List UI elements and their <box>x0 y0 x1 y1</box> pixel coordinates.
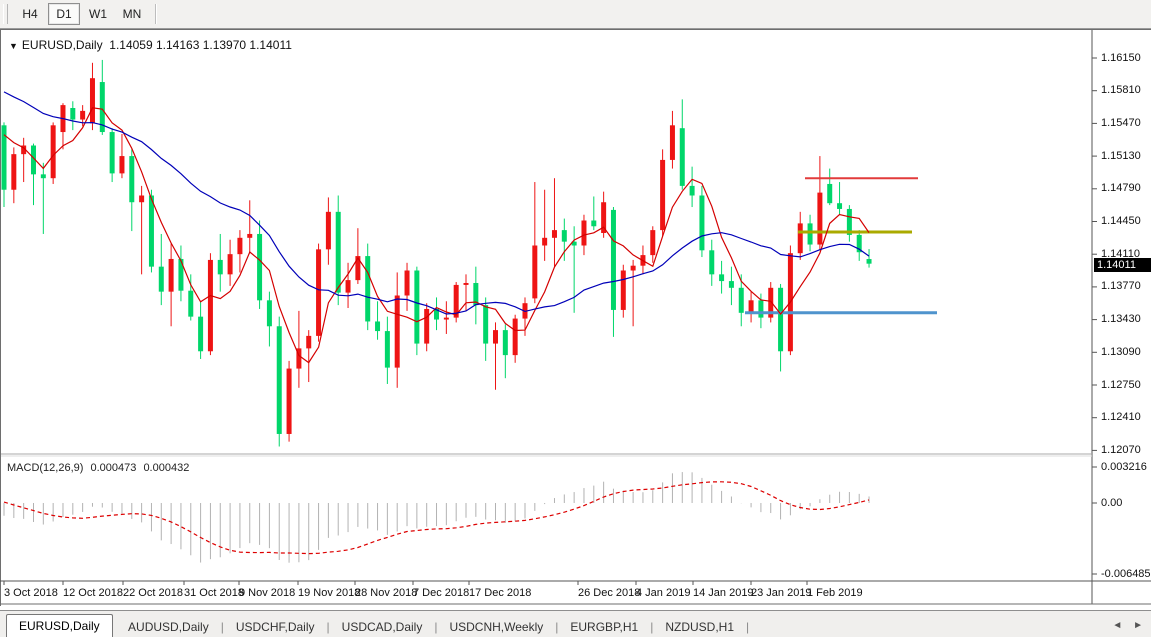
date-tick-label: 28 Nov 2018 <box>355 587 417 599</box>
toolbar-separator <box>155 4 157 24</box>
date-tick-label: 19 Nov 2018 <box>298 587 360 599</box>
price-tick-label: 1.13430 <box>1101 313 1141 325</box>
symbol-dropdown-icon[interactable]: ▼ <box>9 41 18 51</box>
chart-ohlc-values: 1.14059 1.14163 1.13970 1.14011 <box>109 38 292 52</box>
tab-scroll-right-icon[interactable]: ► <box>1133 620 1143 631</box>
date-tick-label: 22 Oct 2018 <box>123 587 183 599</box>
current-price-tag: 1.14011 <box>1094 258 1151 272</box>
date-tick-label: 1 Feb 2019 <box>807 587 863 599</box>
timeframe-button-w1[interactable]: W1 <box>82 3 114 25</box>
tab-nzdusd-h1[interactable]: NZDUSD,H1 <box>653 617 746 637</box>
macd-scale-label: -0.006485 <box>1101 568 1151 580</box>
date-tick-label: 26 Dec 2018 <box>578 587 640 599</box>
macd-indicator-label: MACD(12,26,9) 0.000473 0.000432 <box>7 462 193 474</box>
date-tick-label: 17 Dec 2018 <box>469 587 531 599</box>
price-tick-label: 1.15470 <box>1101 117 1141 129</box>
tab-scroll-left-icon[interactable]: ◄ <box>1112 620 1122 631</box>
price-tick-label: 1.12750 <box>1101 379 1141 391</box>
tab-eurusd-daily[interactable]: EURUSD,Daily <box>6 614 113 637</box>
price-tick-label: 1.14110 <box>1101 248 1140 260</box>
tab-usdcad-daily[interactable]: USDCAD,Daily <box>330 617 435 637</box>
price-tick-label: 1.16150 <box>1101 52 1141 64</box>
date-tick-label: 31 Oct 2018 <box>184 587 244 599</box>
date-tick-label: 14 Jan 2019 <box>693 587 754 599</box>
price-tick-label: 1.13770 <box>1101 280 1141 292</box>
price-tick-label: 1.12070 <box>1101 444 1141 456</box>
tab-audusd-daily[interactable]: AUDUSD,Daily <box>116 617 221 637</box>
date-tick-label: 12 Oct 2018 <box>63 587 123 599</box>
trading-terminal: H4 D1 W1 MN ▼ EURUSD,Daily 1.14059 1.1416… <box>0 0 1151 637</box>
timeframe-button-mn[interactable]: MN <box>116 3 148 25</box>
price-tick-label: 1.14450 <box>1101 215 1141 227</box>
tab-separator: | <box>746 617 749 637</box>
tab-scroll-arrows: ◄ ► <box>1104 614 1143 637</box>
tab-usdcnh-weekly[interactable]: USDCNH,Weekly <box>437 617 555 637</box>
price-tick-label: 1.15810 <box>1101 84 1141 96</box>
date-tick-label: 4 Jan 2019 <box>636 587 690 599</box>
timeframe-button-h4[interactable]: H4 <box>14 3 46 25</box>
macd-main-value: 0.000473 <box>90 462 136 474</box>
date-tick-label: 7 Dec 2018 <box>413 587 469 599</box>
macd-signal-value: 0.000432 <box>143 462 189 474</box>
timeframe-button-d1[interactable]: D1 <box>48 3 80 25</box>
date-tick-label: 23 Jan 2019 <box>751 587 812 599</box>
date-tick-label: 9 Nov 2018 <box>239 587 295 599</box>
chart-symbol-label: EURUSD,Daily <box>22 38 103 52</box>
timeframe-toolbar: H4 D1 W1 MN <box>0 0 1151 29</box>
macd-name: MACD(12,26,9) <box>7 462 83 474</box>
macd-scale-label: 0.00 <box>1101 497 1122 509</box>
chart-title: ▼ EURUSD,Daily 1.14059 1.14163 1.13970 1.… <box>9 38 292 52</box>
toolbar-grip-icon[interactable] <box>3 4 8 24</box>
price-tick-label: 1.12410 <box>1101 411 1141 423</box>
macd-scale-label: 0.003216 <box>1101 461 1147 473</box>
price-tick-label: 1.14790 <box>1101 182 1141 194</box>
tab-eurgbp-h1[interactable]: EURGBP,H1 <box>558 617 650 637</box>
date-tick-label: 3 Oct 2018 <box>4 587 58 599</box>
price-tick-label: 1.13090 <box>1101 346 1141 358</box>
tab-usdchf-daily[interactable]: USDCHF,Daily <box>224 617 327 637</box>
price-tick-label: 1.15130 <box>1101 150 1141 162</box>
chart-window[interactable]: ▼ EURUSD,Daily 1.14059 1.14163 1.13970 1.… <box>0 29 1151 606</box>
symbol-tab-bar: EURUSD,Daily AUDUSD,Daily | USDCHF,Daily… <box>0 610 1151 637</box>
